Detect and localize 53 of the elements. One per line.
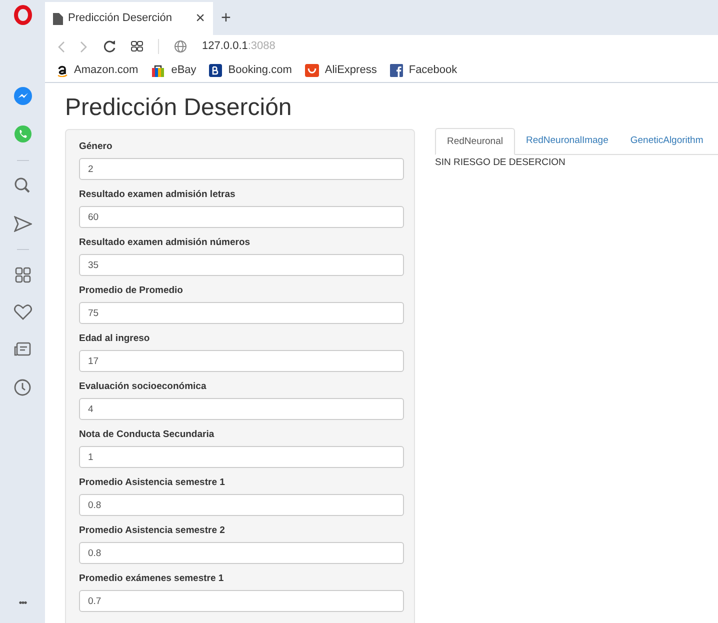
field-label: Evaluación socioeconómica (79, 381, 206, 394)
field-label: Promedio Asistencia semestre 1 (79, 477, 225, 490)
facebook-icon (390, 64, 403, 77)
input-field[interactable]: 4 (79, 398, 404, 420)
tab-title: Predicción Deserción (68, 11, 173, 26)
tab[interactable]: RedNeuronal (435, 128, 515, 156)
bookmark-link[interactable]: AliExpress (324, 62, 377, 79)
input-field[interactable]: 0.8 (79, 494, 404, 516)
news-icon[interactable] (14, 342, 31, 357)
booking-icon (209, 64, 222, 77)
grid-icon[interactable] (14, 267, 30, 283)
input-field[interactable]: 17 (79, 350, 404, 372)
clock-icon[interactable] (14, 379, 31, 396)
field-label: Promedio exámenes semestre 1 (79, 573, 224, 586)
field-label: Género (79, 141, 112, 154)
new-tab-button[interactable]: + (221, 9, 231, 26)
input-field[interactable]: 35 (79, 254, 404, 276)
bookmark-link[interactable]: Facebook (408, 62, 458, 79)
input-field[interactable]: 2 (79, 158, 404, 180)
address-field[interactable]: 127.0.0.1:3088 (202, 38, 276, 55)
messenger-icon[interactable] (14, 87, 32, 105)
browser-tab[interactable]: Predicción Deserción × (45, 2, 213, 35)
search-icon[interactable] (14, 177, 31, 194)
field-label: Nota de Conducta Secundaria (79, 429, 214, 442)
opera-logo-icon[interactable] (14, 5, 32, 25)
globe-icon (174, 40, 187, 54)
input-field[interactable]: 1 (79, 446, 404, 468)
close-tab-button[interactable]: × (196, 10, 205, 26)
bookmark-link[interactable]: eBay (171, 62, 196, 79)
input-field[interactable]: 60 (79, 206, 404, 228)
input-field[interactable]: 0.8 (79, 542, 404, 564)
result-text: SIN RIESGO DE DESERCION (435, 156, 566, 170)
bookmark-link[interactable]: Booking.com (228, 62, 292, 79)
document-icon (53, 12, 63, 24)
field-label: Edad al ingreso (79, 333, 150, 346)
field-label: Promedio Asistencia semestre 2 (79, 525, 225, 538)
input-field[interactable]: 0.7 (79, 590, 404, 612)
shopping-bag-icon (151, 64, 166, 77)
page-title: Predicción Deserción (65, 93, 293, 124)
aliexpress-icon (304, 64, 319, 77)
tab[interactable]: GeneticAlgorithm (619, 128, 714, 156)
heart-icon[interactable] (14, 304, 32, 320)
send-icon[interactable] (14, 216, 32, 232)
bookmark-link[interactable]: Amazon.com (74, 62, 138, 79)
field-label: Promedio de Promedio (79, 285, 183, 298)
field-label: Resultado examen admisión números (79, 237, 250, 250)
input-field[interactable]: 75 (79, 302, 404, 324)
tab[interactable]: RedNeuronalImage (514, 128, 620, 156)
reload-icon[interactable] (103, 40, 116, 54)
field-label: Resultado examen admisión letras (79, 189, 236, 202)
amazon-icon (57, 64, 68, 77)
grid-icon[interactable] (131, 41, 143, 52)
more-button[interactable]: ••• (18, 596, 26, 611)
